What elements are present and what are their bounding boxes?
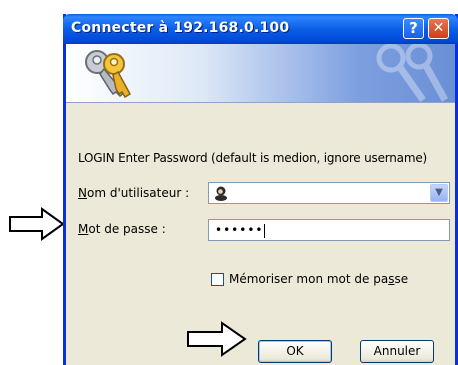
user-account-icon (215, 186, 227, 201)
remember-label-start: Mémoriser mon mot de pa (229, 272, 389, 286)
ok-pointer-arrow-icon (187, 321, 247, 357)
keys-icon (85, 50, 132, 99)
dialog-banner (66, 44, 455, 103)
username-label-text: om d'utilisateur : (86, 186, 190, 200)
password-label-accel: M (78, 222, 89, 236)
remember-label-end: se (394, 272, 409, 286)
keys-watermark-icon (376, 44, 449, 102)
username-combobox[interactable]: ▼ (208, 182, 450, 204)
username-dropdown-chevron-icon[interactable]: ▼ (430, 184, 448, 202)
password-pointer-arrow-icon (9, 207, 65, 241)
window-title: Connecter à 192.168.0.100 (71, 20, 290, 36)
remember-password-label[interactable]: Mémoriser mon mot de passe (229, 272, 408, 286)
password-field[interactable]: •••••• (208, 219, 450, 241)
login-prompt-text: LOGIN Enter Password (default is medion,… (78, 151, 427, 165)
login-dialog: Connecter à 192.168.0.100 ? ✕ LOGIN Ente… (63, 14, 458, 365)
username-label-accel: N (78, 186, 87, 200)
close-button[interactable]: ✕ (428, 18, 449, 39)
remember-password-checkbox[interactable] (211, 273, 224, 286)
username-label: Nom d'utilisateur : (78, 186, 189, 200)
cancel-button[interactable]: Annuler (360, 340, 434, 363)
password-label: Mot de passe : (78, 222, 166, 236)
title-bar[interactable]: Connecter à 192.168.0.100 ? ✕ (63, 14, 458, 44)
password-masked-value: •••••• (215, 223, 264, 237)
text-caret (264, 223, 266, 238)
help-button[interactable]: ? (403, 18, 424, 39)
password-label-text: ot de passe : (88, 222, 166, 236)
ok-button[interactable]: OK (258, 340, 332, 363)
